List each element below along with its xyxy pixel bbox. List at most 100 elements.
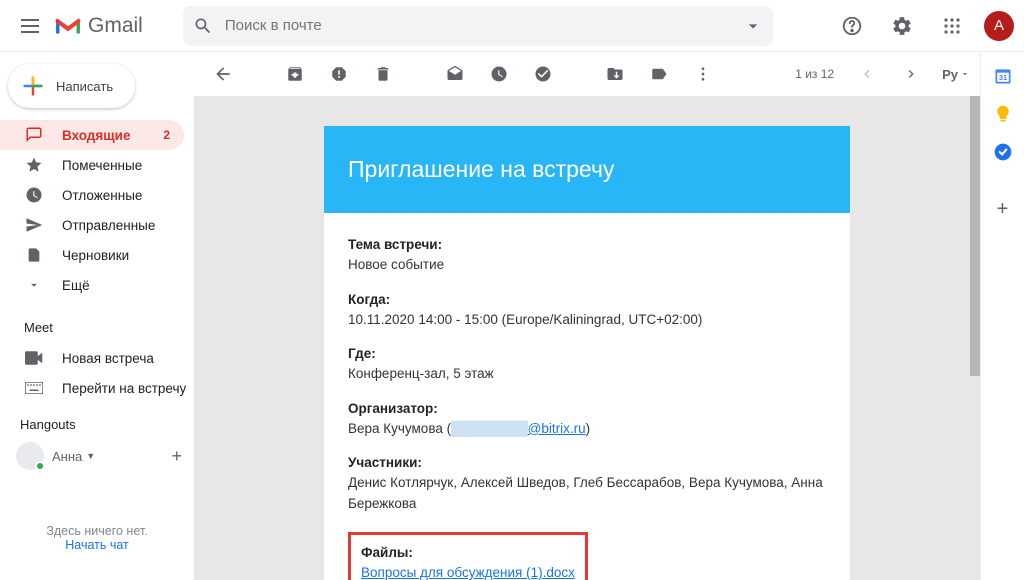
hangouts-username: Анна [52,449,82,464]
labels-button[interactable] [640,55,678,93]
keep-app-icon[interactable] [993,104,1013,124]
meet-join-meeting[interactable]: Перейти на встречу [0,373,194,403]
where-label: Где: [348,344,826,364]
nav-count: 2 [163,128,170,142]
toolbar-group-1 [276,55,402,93]
when-block: Когда: 10.11.2020 14:00 - 15:00 (Europe/… [348,290,826,331]
hangouts-empty: Здесь ничего нет. Начать чат [0,524,194,552]
search-icon [193,16,213,36]
inbox-icon [24,126,44,144]
compose-label: Написать [56,79,113,94]
main-area: Написать Входящие 2 Помеченные Отложенны… [0,52,1024,580]
participants-block: Участники: Денис Котлярчук, Алексей Швед… [348,453,826,514]
compose-plus-icon [18,71,48,101]
hangouts-add-button[interactable]: + [171,446,182,467]
sidebar-item-more[interactable]: Ещё [0,270,184,300]
files-label: Файлы: [361,543,575,563]
where-block: Где: Конференц-зал, 5 этаж [348,344,826,385]
toolbar-group-2 [436,55,562,93]
nav-label: Входящие [62,128,130,143]
scrollbar-thumb[interactable] [970,96,980,376]
when-value: 10.11.2020 14:00 - 15:00 (Europe/Kalinin… [348,310,826,330]
report-spam-button[interactable] [320,55,358,93]
help-icon[interactable] [834,8,870,44]
chevron-down-icon [24,278,44,292]
sidebar-item-sent[interactable]: Отправленные [0,210,184,240]
toolbar-right: 1 из 12 Ру [795,55,970,93]
clock-icon [24,186,44,204]
search-input[interactable] [225,17,743,34]
nav-label: Помеченные [62,158,142,173]
participants-value: Денис Котлярчук, Алексей Шведов, Глеб Бе… [348,473,826,514]
sidebar-item-drafts[interactable]: Черновики [0,240,184,270]
keyboard-icon [24,382,44,394]
svg-text:31: 31 [998,73,1006,82]
hangouts-user-row[interactable]: Анна ▼ + [0,436,194,470]
logo-text: Gmail [88,14,143,38]
more-button[interactable] [684,55,722,93]
gmail-logo[interactable]: Gmail [54,14,143,38]
hamburger-menu-icon[interactable] [10,6,50,46]
mark-unread-button[interactable] [436,55,474,93]
topic-label: Тема встречи: [348,235,826,255]
meet-label: Новая встреча [62,351,154,366]
account-avatar[interactable]: A [984,11,1014,41]
organizer-value: Вера Кучумова (████████@bitrix.ru) [348,419,826,439]
calendar-app-icon[interactable]: 31 [993,66,1013,86]
send-icon [24,216,44,234]
organizer-block: Организатор: Вера Кучумова (████████@bit… [348,399,826,440]
side-panel-add-button[interactable]: + [997,198,1009,221]
participants-label: Участники: [348,453,826,473]
draft-icon [24,246,44,264]
star-icon [24,156,44,174]
settings-icon[interactable] [884,8,920,44]
topic-value: Новое событие [348,255,826,275]
status-online-icon [35,461,45,471]
apps-grid-icon[interactable] [934,8,970,44]
add-to-tasks-button[interactable] [524,55,562,93]
where-value: Конференц-зал, 5 этаж [348,364,826,384]
hangouts-title: Hangouts [0,403,194,436]
hangouts-start-chat-link[interactable]: Начать чат [0,538,194,552]
header: Gmail A [0,0,1024,52]
search-bar[interactable] [183,6,773,46]
content: 1 из 12 Ру Приглашение на встречу Тема в… [194,52,980,580]
archive-button[interactable] [276,55,314,93]
move-to-button[interactable] [596,55,634,93]
scrollbar-track[interactable] [970,96,980,580]
files-highlight-box: Файлы: Вопросы для обсуждения (1).docx [348,532,588,580]
topic-block: Тема встречи: Новое событие [348,235,826,276]
hangouts-empty-text: Здесь ничего нет. [0,524,194,538]
sidebar-item-inbox[interactable]: Входящие 2 [0,120,184,150]
message-counter: 1 из 12 [795,67,834,81]
video-icon [24,351,44,365]
meet-section-title: Meet [0,300,194,343]
organizer-email-link[interactable]: @bitrix.ru [528,421,586,436]
input-language-button[interactable]: Ру [942,67,970,82]
toolbar-group-3 [596,55,722,93]
sidebar-item-snoozed[interactable]: Отложенные [0,180,184,210]
next-button[interactable] [892,55,930,93]
delete-button[interactable] [364,55,402,93]
organizer-label: Организатор: [348,399,826,419]
sidebar-item-starred[interactable]: Помеченные [0,150,184,180]
compose-button[interactable]: Написать [8,64,135,108]
file-attachment-link[interactable]: Вопросы для обсуждения (1).docx [361,565,575,580]
message-hero-title: Приглашение на встречу [324,126,850,213]
meet-label: Перейти на встречу [62,381,186,396]
side-panel: 31 + [980,52,1024,580]
search-options-icon[interactable] [743,16,763,36]
tasks-app-icon[interactable] [993,142,1013,162]
message-body: Тема встречи: Новое событие Когда: 10.11… [324,213,850,580]
message-toolbar: 1 из 12 Ру [194,52,980,96]
chevron-down-icon[interactable]: ▼ [86,451,95,461]
nav-label: Отложенные [62,188,142,203]
nav-label: Черновики [62,248,129,263]
back-button[interactable] [204,55,242,93]
message-viewport: Приглашение на встречу Тема встречи: Нов… [194,96,980,580]
prev-button[interactable] [848,55,886,93]
message-card: Приглашение на встречу Тема встречи: Нов… [324,126,850,580]
nav-label: Отправленные [62,218,155,233]
snooze-button[interactable] [480,55,518,93]
meet-new-meeting[interactable]: Новая встреча [0,343,194,373]
